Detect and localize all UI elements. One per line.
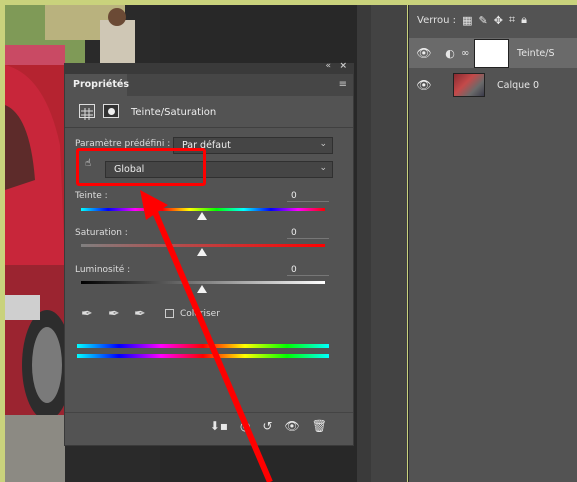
- link-icon[interactable]: ∞: [461, 48, 471, 59]
- hue-label: Teinte :: [75, 191, 108, 201]
- layers-panel: Verrou : ▦ ✎ ✥ ⌗ 🔒︎ 👁︎ ◐ ∞ Teinte/S 👁︎ C…: [408, 5, 577, 482]
- properties-bottom-bar: ⬇▪ ◎ ↺ 👁︎ 🗑︎: [65, 412, 353, 438]
- layer-name[interactable]: Teinte/S: [517, 48, 555, 59]
- lightness-slider-thumb[interactable]: [197, 285, 207, 293]
- layer-mask-thumbnail[interactable]: [474, 38, 509, 68]
- hue-slider-track[interactable]: [81, 208, 325, 211]
- chevron-down-icon: ⌄: [319, 163, 327, 173]
- chevron-down-icon: ⌄: [319, 139, 327, 149]
- panel-menu-icon[interactable]: ≡: [339, 79, 347, 90]
- visibility-icon[interactable]: 👁︎: [409, 78, 439, 92]
- panel-dock-gap: [371, 5, 407, 482]
- canvas-scrollbar[interactable]: [357, 5, 371, 482]
- lock-move-icon[interactable]: ✥: [494, 14, 503, 27]
- hue-slider-thumb[interactable]: [197, 212, 207, 220]
- annotation-highlight-box: [76, 148, 206, 186]
- adjustment-header: Teinte/Saturation: [65, 96, 353, 128]
- visibility-icon[interactable]: 👁︎: [409, 46, 439, 60]
- layer-name[interactable]: Calque 0: [497, 80, 539, 91]
- reset-icon[interactable]: ↺: [262, 419, 272, 433]
- layer-row-base[interactable]: 👁︎ Calque 0: [409, 70, 577, 100]
- lock-brush-icon[interactable]: ✎: [478, 14, 487, 27]
- eyedropper-plus-icon[interactable]: ✒: [108, 306, 120, 322]
- saturation-slider-thumb[interactable]: [197, 248, 207, 256]
- saturation-slider-track[interactable]: [81, 244, 325, 247]
- close-icon[interactable]: ×: [339, 61, 347, 71]
- output-color-bar: [77, 354, 329, 358]
- colorize-label: Coloriser: [180, 309, 220, 319]
- input-color-bar: [77, 344, 329, 348]
- eyedropper-icon[interactable]: ✒: [81, 306, 93, 322]
- lightness-label: Luminosité :: [75, 265, 131, 275]
- panel-titlebar[interactable]: « ×: [65, 61, 353, 74]
- hue-value[interactable]: 0: [287, 191, 329, 202]
- hue-sat-icon[interactable]: [79, 104, 95, 120]
- clip-icon[interactable]: ⬇▪: [210, 419, 228, 433]
- lock-bar: Verrou : ▦ ✎ ✥ ⌗ 🔒︎: [409, 5, 577, 35]
- tab-properties[interactable]: Propriétés: [65, 74, 129, 96]
- adjustment-title: Teinte/Saturation: [131, 107, 217, 118]
- lock-all-icon[interactable]: 🔒︎: [521, 13, 527, 27]
- panel-tabbar: Propriétés ≡: [65, 74, 353, 96]
- lock-transparent-icon[interactable]: ▦: [462, 14, 472, 27]
- collapse-icon[interactable]: «: [325, 61, 331, 71]
- layer-row-hue-sat[interactable]: 👁︎ ◐ ∞ Teinte/S: [409, 38, 577, 68]
- properties-panel: « × Propriétés ≡ Teinte/Saturation Param…: [64, 61, 354, 446]
- saturation-value[interactable]: 0: [287, 228, 329, 239]
- lock-artboard-icon[interactable]: ⌗: [509, 13, 515, 27]
- lock-label: Verrou :: [417, 14, 457, 26]
- layer-thumbnail[interactable]: [453, 73, 485, 97]
- lightness-slider-track[interactable]: [81, 281, 325, 284]
- lightness-value[interactable]: 0: [287, 265, 329, 276]
- colorize-checkbox[interactable]: [165, 309, 174, 318]
- visibility-icon[interactable]: 👁︎: [285, 419, 300, 433]
- eyedropper-minus-icon[interactable]: ✒: [134, 306, 146, 322]
- adjustment-layer-icon: ◐: [445, 46, 455, 60]
- view-previous-icon[interactable]: ◎: [240, 419, 250, 433]
- saturation-label: Saturation :: [75, 228, 128, 238]
- trash-icon[interactable]: 🗑︎: [312, 419, 327, 433]
- mask-icon[interactable]: [103, 104, 119, 118]
